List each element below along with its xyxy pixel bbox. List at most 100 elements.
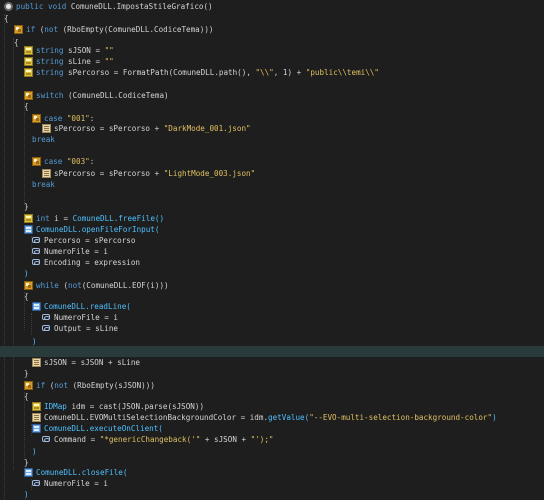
code-line[interactable]: { [0,13,544,24]
code-token: idm = cast(JSON.parse(sJSON)) [71,402,205,411]
code-line[interactable] [0,79,544,90]
code-token: ComuneDLL.freeFile() [72,214,165,223]
code-line[interactable]: ) [0,268,544,279]
code-line[interactable]: switch (ComuneDLL.CodiceTema) [0,90,544,101]
code-editor[interactable]: public void ComuneDLL.ImpostaStileGrafic… [0,0,544,500]
code-text: ComuneDLL.readLine( [44,301,131,312]
code-token: break [32,180,55,189]
code-token: "DarkMode_001.json" [163,124,251,133]
block-icon[interactable] [32,157,41,166]
code-line[interactable]: ComuneDLL.executeOnClient( [0,423,544,434]
code-text: if (not (RboEmpty(ComuneDLL.CodiceTema))… [26,24,213,35]
code-token: break [32,135,55,144]
code-line[interactable]: Encoding = expression [0,257,544,268]
code-token: NumeroFile = i [44,247,109,256]
call-icon[interactable] [24,225,33,234]
variable-icon[interactable] [24,46,33,55]
code-line[interactable]: break [0,134,544,145]
code-line[interactable]: Percorso = sPercorso [0,235,544,246]
assign-icon[interactable] [32,413,41,422]
code-line[interactable]: IDMap idm = cast(JSON.parse(sJSON)) [0,401,544,412]
code-text: ComuneDLL.openFileForInput( [36,224,159,235]
code-line[interactable]: Output = sLine [0,323,544,334]
code-line[interactable]: case "003": [0,156,544,167]
code-line[interactable]: NumeroFile = i [0,312,544,323]
code-line[interactable]: NumeroFile = i [0,478,544,489]
code-token: (RboEmpty(ComuneDLL.CodiceTema))) [62,25,214,34]
variable-icon[interactable] [24,68,33,77]
code-line[interactable]: string sPercorso = FormatPath(ComuneDLL.… [0,67,544,78]
code-text: sPercorso = sPercorso + "LightMode_003.j… [54,168,255,179]
code-line[interactable]: int i = ComuneDLL.freeFile() [0,213,544,224]
call-icon[interactable] [32,302,41,311]
code-token: if [36,381,50,390]
call-icon[interactable] [24,468,33,477]
block-icon[interactable] [24,91,33,100]
code-text: IDMap idm = cast(JSON.parse(sJSON)) [44,401,204,412]
code-line[interactable]: NumeroFile = i [0,246,544,257]
code-line[interactable]: Command = "*genericChangeback('" + sJSON… [0,434,544,445]
code-text: ComuneDLL.EVOMultiSelectionBackgroundCol… [44,412,497,423]
function-icon[interactable] [4,2,13,11]
code-token: } [24,458,29,467]
code-token: Encoding = expression [44,258,141,267]
code-line[interactable]: ) [0,446,544,457]
block-icon[interactable] [24,381,33,390]
code-line[interactable]: sJSON = sJSON + sLine [0,357,544,368]
code-line[interactable]: ComuneDLL.openFileForInput( [0,224,544,235]
code-line[interactable]: string sJSON = "" [0,45,544,56]
param-icon[interactable] [32,237,40,243]
code-text: ComuneDLL.closeFile( [36,467,127,478]
code-line[interactable]: public void ComuneDLL.ImpostaStileGrafic… [0,1,544,12]
code-line[interactable]: ComuneDLL.EVOMultiSelectionBackgroundCol… [0,412,544,423]
code-token: sPercorso = FormatPath(ComuneDLL.path(), [68,68,256,77]
block-icon[interactable] [32,114,41,123]
code-line[interactable]: } [0,368,544,379]
code-token: { [24,392,29,401]
code-line[interactable]: ) [0,489,544,500]
code-token: public void [16,2,71,11]
code-line[interactable]: break [0,179,544,190]
param-icon[interactable] [42,436,50,442]
variable-icon[interactable] [32,402,41,411]
code-line[interactable]: if (not (RboEmpty(sJSON))) [0,380,544,391]
code-token: ComuneDLL.executeOnClient( [44,424,163,433]
variable-icon[interactable] [24,57,33,66]
current-line[interactable] [0,346,544,357]
block-icon[interactable] [14,25,23,34]
block-icon[interactable] [24,281,33,290]
code-token: not [54,381,73,390]
code-line[interactable]: { [0,101,544,112]
code-token: (ComuneDLL.EOF(i))) [81,281,169,290]
code-token: string [36,57,69,66]
param-icon[interactable] [32,480,40,486]
code-text: sPercorso = sPercorso + "DarkMode_001.js… [54,123,251,134]
call-icon[interactable] [32,424,41,433]
code-line[interactable]: } [0,201,544,212]
code-token: case [44,157,67,166]
assign-icon[interactable] [42,124,51,133]
code-token: not [68,281,82,290]
code-text: ComuneDLL.executeOnClient( [44,423,163,434]
code-line[interactable]: while (not(ComuneDLL.EOF(i))) [0,280,544,291]
code-text: } [24,201,29,212]
code-text: Encoding = expression [44,257,140,268]
code-token: i = [54,214,73,223]
code-token: { [24,102,29,111]
assign-icon[interactable] [42,169,51,178]
code-line[interactable]: ComuneDLL.closeFile( [0,467,544,478]
assign-icon[interactable] [32,358,41,367]
code-token: "\\" [255,68,274,77]
variable-icon[interactable] [24,214,33,223]
code-text: Percorso = sPercorso [44,235,135,246]
param-icon[interactable] [42,314,50,320]
param-icon[interactable] [42,325,50,331]
param-icon[interactable] [32,248,40,254]
code-text: NumeroFile = i [44,246,108,257]
code-line[interactable]: sPercorso = sPercorso + "DarkMode_001.js… [0,123,544,134]
code-line[interactable]: if (not (RboEmpty(ComuneDLL.CodiceTema))… [0,24,544,35]
code-line[interactable]: ComuneDLL.readLine( [0,301,544,312]
param-icon[interactable] [32,259,40,265]
code-line[interactable]: string sLine = "" [0,56,544,67]
code-line[interactable]: sPercorso = sPercorso + "LightMode_003.j… [0,168,544,179]
